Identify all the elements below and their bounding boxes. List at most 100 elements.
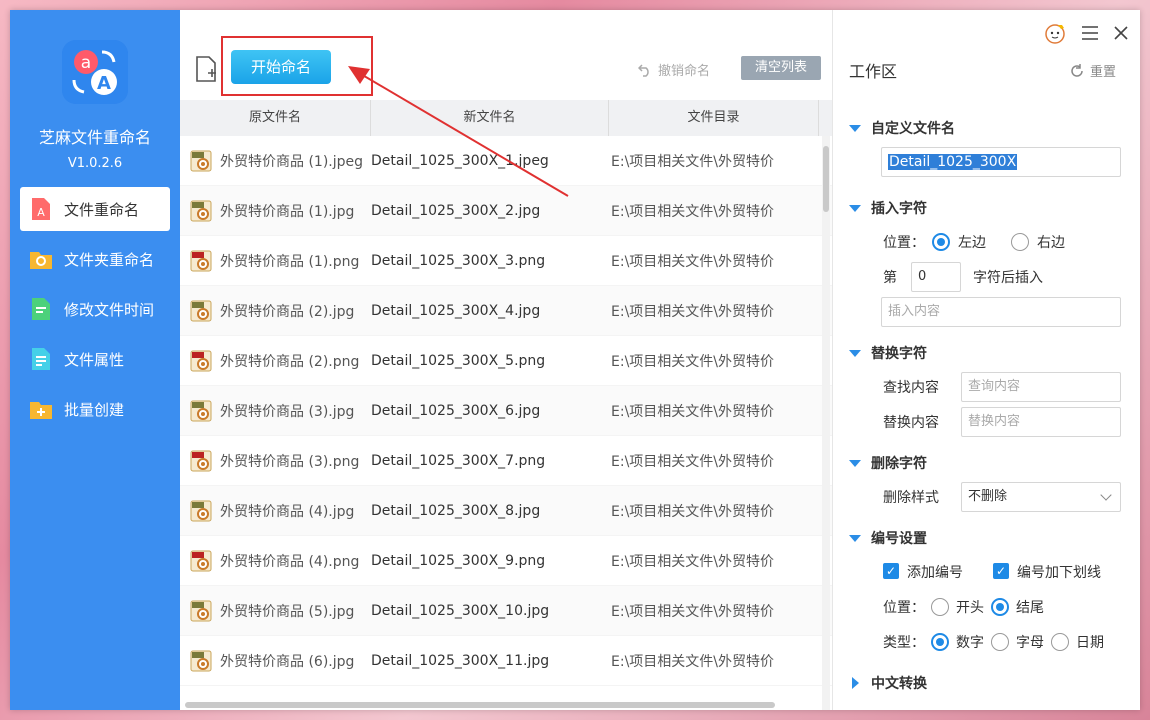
sidebar-item-label: 文件夹重命名 (64, 250, 155, 269)
table-row[interactable]: 外贸特价商品 (4).png Detail_1025_300X_9.png E:\项… (180, 536, 832, 586)
replace-input[interactable]: 替换内容 (961, 407, 1121, 437)
original-name-cell: 外贸特价商品 (4).png (180, 550, 371, 572)
new-name-cell: Detail_1025_300X_2.jpg (371, 202, 541, 219)
original-name: 外贸特价商品 (2).jpg (220, 303, 355, 320)
horizontal-scrollbar[interactable] (185, 702, 825, 710)
folder-rename-icon (28, 246, 54, 272)
table-row[interactable]: 外贸特价商品 (2).jpg Detail_1025_300X_4.jpg E:\项… (180, 286, 832, 336)
workspace-panel: 工作区 重置 自定义文件名 Detail_1025_300X 插入字符 位置： … (832, 10, 1140, 710)
collapse-arrow-icon (849, 204, 861, 212)
collapse-arrow-icon (849, 459, 861, 467)
find-input[interactable]: 查询内容 (961, 372, 1121, 402)
sidebar-item-file-time[interactable]: 修改文件时间 (20, 287, 170, 331)
sidebar-item-folder-rename[interactable]: 文件夹重命名 (20, 237, 170, 281)
file-table: 原文件名 新文件名 文件目录 外贸特价商品 (1).jpeg Detail_102… (180, 100, 832, 710)
close-icon[interactable] (1114, 26, 1128, 44)
sidebar-item-batch-create[interactable]: 批量创建 (20, 387, 170, 431)
section-replace[interactable]: 替换字符 (849, 343, 927, 363)
underscore-checkbox[interactable]: ✓ (993, 563, 1009, 579)
original-name-cell: 外贸特价商品 (5).jpg (180, 600, 371, 622)
avatar-icon[interactable] (1044, 22, 1066, 48)
table-row[interactable]: 外贸特价商品 (6).jpg Detail_1025_300X_11.jpg E:\… (180, 636, 832, 686)
directory-cell: E:\项目相关文件\外贸特价 (611, 603, 774, 620)
start-rename-button[interactable]: 开始命名 (231, 50, 331, 84)
original-name: 外贸特价商品 (1).png (220, 253, 360, 270)
original-name-cell: 外贸特价商品 (1).png (180, 250, 371, 272)
directory-cell: E:\项目相关文件\外贸特价 (611, 403, 774, 420)
column-header-directory[interactable]: 文件目录 (609, 100, 819, 136)
insert-content-input[interactable]: 插入内容 (881, 297, 1121, 327)
insert-right-radio[interactable] (1011, 233, 1029, 251)
type-digit-radio[interactable] (931, 633, 949, 651)
png-file-icon (190, 550, 212, 572)
column-header-original[interactable]: 原文件名 (180, 100, 371, 136)
clear-list-button[interactable]: 清空列表 (741, 56, 821, 80)
section-insert[interactable]: 插入字符 (849, 198, 927, 218)
insert-nth-label: 第 (883, 270, 897, 286)
number-end-radio[interactable] (991, 598, 1009, 616)
original-name: 外贸特价商品 (2).png (220, 353, 360, 370)
undo-rename-button[interactable]: 撤销命名 (638, 60, 710, 79)
insert-position-input[interactable]: 0 (911, 262, 961, 292)
svg-text:A: A (97, 73, 111, 94)
table-header: 原文件名 新文件名 文件目录 (180, 100, 832, 136)
custom-name-input[interactable]: Detail_1025_300X (881, 147, 1121, 177)
app-logo-icon: a A (62, 40, 128, 104)
sidebar-item-label: 批量创建 (64, 400, 125, 419)
new-name-cell: Detail_1025_300X_8.jpg (371, 502, 541, 519)
type-letter-radio[interactable] (991, 633, 1009, 651)
undo-rename-label: 撤销命名 (658, 64, 711, 79)
section-numbering[interactable]: 编号设置 (849, 528, 927, 548)
table-row[interactable]: 外贸特价商品 (3).png Detail_1025_300X_7.png E:\项… (180, 436, 832, 486)
original-name: 外贸特价商品 (1).jpeg (220, 153, 364, 170)
directory-cell: E:\项目相关文件\外贸特价 (611, 653, 774, 670)
original-name: 外贸特价商品 (1).jpg (220, 203, 355, 220)
delete-style-select[interactable]: 不删除 (961, 482, 1121, 512)
new-name-cell: Detail_1025_300X_1.jpeg (371, 152, 549, 169)
number-start-label: 开头 (956, 600, 984, 616)
table-row[interactable]: 外贸特价商品 (2).png Detail_1025_300X_5.png E:\项… (180, 336, 832, 386)
insert-left-label: 左边 (958, 235, 986, 251)
sidebar-nav: A 文件重命名 文件夹重命名 修改文件时间 文件属性 批量创建 (20, 187, 170, 437)
directory-cell: E:\项目相关文件\外贸特价 (611, 203, 774, 220)
add-number-checkbox[interactable]: ✓ (883, 563, 899, 579)
table-row[interactable]: 外贸特价商品 (3).jpg Detail_1025_300X_6.jpg E:\项… (180, 386, 832, 436)
original-name: 外贸特价商品 (3).png (220, 453, 360, 470)
section-heading: 自定义文件名 (871, 121, 955, 137)
insert-left-radio[interactable] (932, 233, 950, 251)
reset-button[interactable]: 重置 (1070, 61, 1116, 80)
table-row[interactable]: 外贸特价商品 (5).jpg Detail_1025_300X_10.jpg E:\… (180, 586, 832, 636)
vertical-scrollbar[interactable] (822, 136, 830, 710)
insert-position-label: 位置： (883, 235, 925, 251)
column-header-new[interactable]: 新文件名 (371, 100, 609, 136)
menu-icon[interactable] (1082, 26, 1098, 44)
section-custom-name[interactable]: 自定义文件名 (849, 118, 955, 138)
number-start-radio[interactable] (931, 598, 949, 616)
new-name-cell: Detail_1025_300X_3.png (371, 252, 546, 269)
section-chinese-convert[interactable]: 中文转换 (849, 673, 927, 693)
section-heading: 插入字符 (871, 201, 927, 217)
section-heading: 编号设置 (871, 531, 927, 547)
new-name-cell: Detail_1025_300X_9.png (371, 552, 546, 569)
table-row[interactable]: 外贸特价商品 (4).jpg Detail_1025_300X_8.jpg E:\项… (180, 486, 832, 536)
directory-cell: E:\项目相关文件\外贸特价 (611, 153, 774, 170)
jpg-file-icon (190, 600, 212, 622)
section-delete[interactable]: 删除字符 (849, 453, 927, 473)
type-date-radio[interactable] (1051, 633, 1069, 651)
original-name: 外贸特价商品 (6).jpg (220, 653, 355, 670)
scrollbar-thumb[interactable] (185, 702, 775, 708)
table-body: 外贸特价商品 (1).jpeg Detail_1025_300X_1.jpeg E:… (180, 136, 832, 686)
table-row[interactable]: 外贸特价商品 (1).jpg Detail_1025_300X_2.jpg E:\项… (180, 186, 832, 236)
panel-title: 工作区 (849, 62, 898, 81)
table-row[interactable]: 外贸特价商品 (1).jpeg Detail_1025_300X_1.jpeg E:… (180, 136, 832, 186)
find-label: 查找内容 (883, 380, 939, 396)
scrollbar-thumb[interactable] (823, 146, 829, 212)
new-name-cell: Detail_1025_300X_4.jpg (371, 302, 541, 319)
sidebar-item-file-attribute[interactable]: 文件属性 (20, 337, 170, 381)
add-file-icon[interactable] (194, 55, 220, 83)
sidebar-item-file-rename[interactable]: A 文件重命名 (20, 187, 170, 231)
replace-label: 替换内容 (883, 415, 939, 431)
file-rename-icon: A (28, 196, 54, 222)
table-row[interactable]: 外贸特价商品 (1).png Detail_1025_300X_3.png E:\项… (180, 236, 832, 286)
sidebar: a A 芝麻文件重命名 V1.0.2.6 A 文件重命名 文件夹重命名 修改文件… (10, 10, 180, 710)
